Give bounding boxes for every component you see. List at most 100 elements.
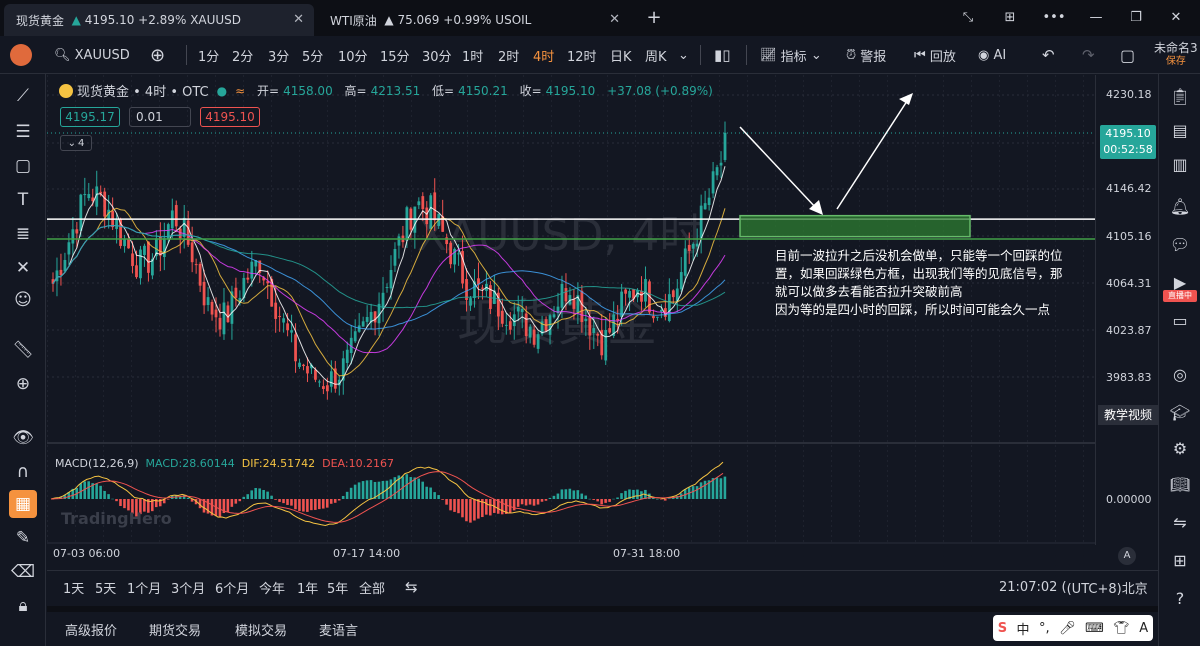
interval-12[interactable]: 周K bbox=[645, 36, 667, 74]
candle-body bbox=[322, 386, 325, 389]
education-icon[interactable]: 🎓︎ bbox=[1166, 398, 1194, 426]
grid-icon[interactable]: ⊞ bbox=[1166, 546, 1194, 574]
ruler-icon[interactable]: 📏︎ bbox=[9, 336, 37, 364]
interval-11[interactable]: 日K bbox=[610, 36, 632, 74]
eye-icon[interactable]: 👁︎ bbox=[9, 424, 37, 452]
text-icon[interactable]: T bbox=[9, 186, 37, 214]
analysis-note[interactable]: 目前一波拉升之后没机会做单，只能等一个回踩的位置，如果回踩绿色方框，出现我们等的… bbox=[775, 247, 1065, 319]
news-icon[interactable]: ▤ bbox=[1166, 116, 1194, 144]
interval-8[interactable]: 2时 bbox=[498, 36, 519, 74]
goto-date-icon[interactable]: ⇆ bbox=[405, 571, 418, 603]
compare-icon[interactable]: ⇋ bbox=[1166, 508, 1194, 536]
chart-calendar-icon[interactable]: ▥ bbox=[1166, 150, 1194, 178]
clock[interactable]: 21:07:02 ((UTC+8)北京 bbox=[999, 571, 1148, 603]
candle-type-icon[interactable]: ▮▯ bbox=[714, 36, 731, 74]
range-5[interactable]: 今年 bbox=[259, 571, 285, 603]
ai-text-icon[interactable]: A bbox=[1139, 621, 1148, 636]
interval-1[interactable]: 2分 bbox=[232, 36, 253, 74]
layout-name[interactable]: 未命名3 保存 bbox=[1154, 36, 1198, 74]
strategy-icon[interactable]: ⚙︎ bbox=[1166, 434, 1194, 462]
ime-toolbar[interactable]: S 中 °, 🎤︎ ⌨︎ 👕︎ A bbox=[993, 615, 1153, 641]
interval-9[interactable]: 4时 bbox=[533, 36, 554, 74]
interval-10[interactable]: 12时 bbox=[567, 36, 597, 74]
redo-icon[interactable]: ↷ bbox=[1082, 36, 1095, 74]
bottom-tab-2[interactable]: 模拟交易 bbox=[235, 612, 287, 646]
shirt-icon[interactable]: 👕︎ bbox=[1113, 621, 1130, 636]
chart-area[interactable]: XAUUSD, 4时 现货黄金 现货黄金 • 4时 • OTC ● ≈ 开= 41… bbox=[47, 75, 1095, 560]
lock-icon[interactable]: 🔒︎ bbox=[9, 592, 37, 620]
ime-punct[interactable]: °, bbox=[1039, 621, 1050, 636]
symbol-search[interactable]: 🔍︎ XAUUSD bbox=[54, 36, 130, 74]
spread-input[interactable]: 0.01 bbox=[129, 107, 191, 127]
tab-usoil[interactable]: WTI原油 ▲ 75.069 +0.99% USOIL ✕ bbox=[318, 4, 630, 36]
mic-icon[interactable]: 🎤︎ bbox=[1059, 621, 1076, 636]
screenshot-icon[interactable]: ⤡ bbox=[954, 6, 982, 28]
close-tab-icon[interactable]: ✕ bbox=[293, 12, 304, 27]
magnet-icon[interactable]: ∩ bbox=[9, 458, 37, 486]
bottom-tab-1[interactable]: 期货交易 bbox=[149, 612, 201, 646]
tutorial-video-button[interactable]: 教学视频 bbox=[1098, 405, 1158, 425]
macd-bar bbox=[453, 499, 456, 512]
range-7[interactable]: 5年 bbox=[327, 571, 348, 603]
indicator-toggle[interactable]: ⌄ 4 bbox=[60, 135, 92, 151]
range-2[interactable]: 1个月 bbox=[127, 571, 161, 603]
help-icon[interactable]: ? bbox=[1166, 584, 1194, 612]
interval-0[interactable]: 1分 bbox=[198, 36, 219, 74]
message-icon[interactable]: ▭ bbox=[1166, 306, 1194, 334]
interval-6[interactable]: 30分 bbox=[422, 36, 452, 74]
range-4[interactable]: 6个月 bbox=[215, 571, 249, 603]
range-1[interactable]: 5天 bbox=[95, 571, 116, 603]
more-icon[interactable]: ••• bbox=[1040, 6, 1068, 28]
interval-4[interactable]: 10分 bbox=[338, 36, 368, 74]
replay-button[interactable]: ⏮︎ 回放 bbox=[914, 36, 956, 74]
maximize-icon[interactable]: ❐ bbox=[1122, 6, 1150, 28]
ai-button[interactable]: ◉ AI bbox=[978, 36, 1006, 74]
horizontal-lines-icon[interactable]: ☰ bbox=[9, 118, 37, 146]
compare-add-icon[interactable]: ⊕ bbox=[150, 36, 165, 74]
range-6[interactable]: 1年 bbox=[297, 571, 318, 603]
indicators-button[interactable]: 📈︎ 指标 ⌄ bbox=[760, 36, 822, 74]
book-icon[interactable]: 📖︎ bbox=[1166, 470, 1194, 498]
close-tab-icon[interactable]: ✕ bbox=[609, 12, 620, 27]
interval-7[interactable]: 1时 bbox=[462, 36, 483, 74]
watchlist-icon[interactable]: 📋︎ bbox=[1166, 82, 1194, 110]
calendar-icon[interactable]: ▦ bbox=[9, 490, 37, 518]
range-0[interactable]: 1天 bbox=[63, 571, 84, 603]
interval-2[interactable]: 3分 bbox=[268, 36, 289, 74]
chevron-down-icon[interactable]: ⌄ bbox=[678, 36, 689, 74]
minimize-icon[interactable]: — bbox=[1082, 6, 1110, 28]
layout-icon[interactable]: ⊞ bbox=[996, 6, 1024, 28]
trend-line-icon[interactable]: ⟋ bbox=[9, 82, 37, 110]
range-8[interactable]: 全部 bbox=[359, 571, 385, 603]
avatar[interactable] bbox=[10, 36, 32, 74]
zoom-in-icon[interactable]: ⊕ bbox=[9, 370, 37, 398]
green-zone-box[interactable] bbox=[739, 214, 971, 238]
chat-icon[interactable]: 💬︎ bbox=[1166, 230, 1194, 258]
interval-3[interactable]: 5分 bbox=[302, 36, 323, 74]
eraser-icon[interactable]: ⌫ bbox=[9, 558, 37, 586]
bottom-tab-0[interactable]: 高级报价 bbox=[65, 612, 117, 646]
brush-icon[interactable]: ✎ bbox=[9, 524, 37, 552]
tab-xauusd[interactable]: 现货黄金 ▲ 4195.10 +2.89% XAUUSD ✕ bbox=[4, 4, 314, 36]
auto-scale-button[interactable]: A bbox=[1118, 547, 1136, 565]
undo-icon[interactable]: ↶ bbox=[1042, 36, 1055, 74]
candle-body bbox=[588, 316, 592, 336]
fullscreen-icon[interactable]: ▢ bbox=[1120, 36, 1135, 74]
bid-box[interactable]: 4195.17 bbox=[60, 107, 120, 127]
interval-5[interactable]: 15分 bbox=[380, 36, 410, 74]
range-3[interactable]: 3个月 bbox=[171, 571, 205, 603]
bottom-tab-3[interactable]: 麦语言 bbox=[319, 612, 358, 646]
close-window-icon[interactable]: ✕ bbox=[1162, 6, 1190, 28]
price-axis[interactable]: 4230.18 4195.10 00:52:58 4146.42 4105.16… bbox=[1095, 75, 1158, 565]
ask-box[interactable]: 4195.10 bbox=[200, 107, 260, 127]
fib-icon[interactable]: ≣ bbox=[9, 220, 37, 248]
alert-button[interactable]: ⏰︎ 警报 bbox=[846, 36, 886, 74]
pattern-icon[interactable]: ✕ bbox=[9, 254, 37, 282]
emoji-icon[interactable]: ☺ bbox=[9, 286, 37, 314]
ime-lang[interactable]: 中 bbox=[1017, 619, 1030, 638]
keyboard-icon[interactable]: ⌨︎ bbox=[1085, 621, 1104, 636]
new-tab-icon[interactable]: + bbox=[640, 6, 668, 28]
target-icon[interactable]: ◎ bbox=[1166, 360, 1194, 388]
bell-icon[interactable]: 🔔︎ bbox=[1166, 192, 1194, 220]
rectangle-icon[interactable]: ▢ bbox=[9, 152, 37, 180]
